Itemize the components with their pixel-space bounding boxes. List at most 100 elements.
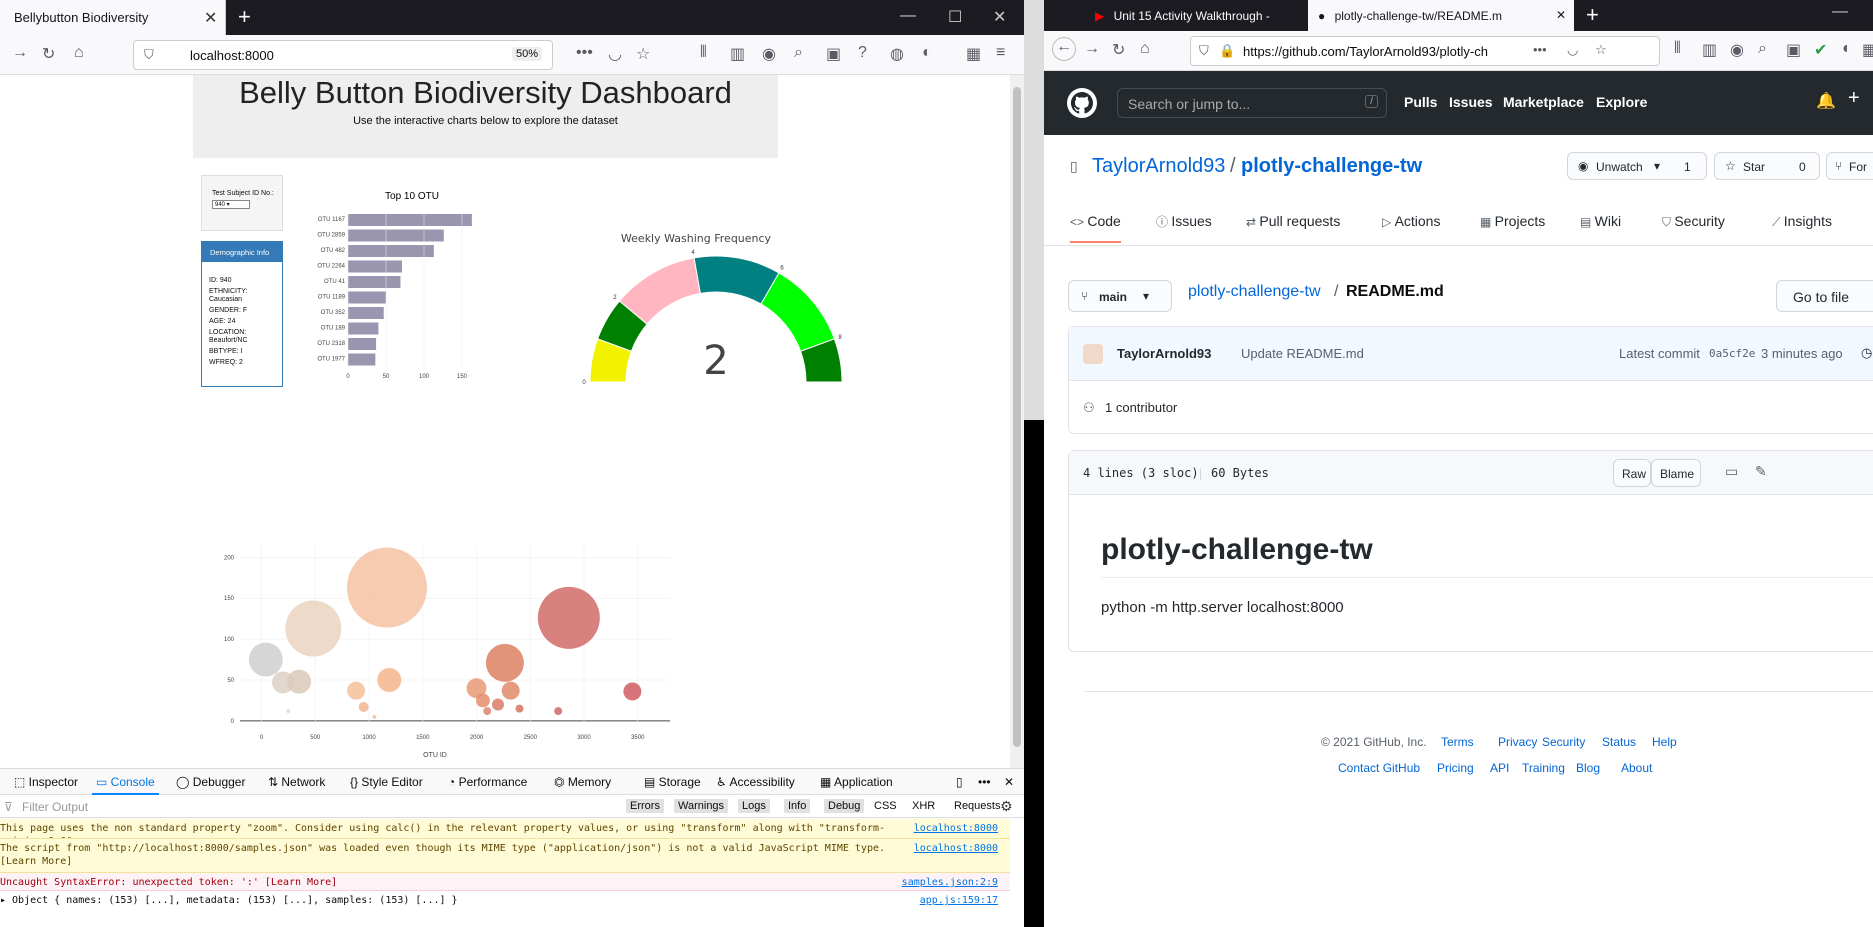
extension-icon[interactable]: ◐ [922,44,932,62]
console-filter-logs[interactable]: Logs [738,799,770,813]
forward-icon[interactable]: → [1084,40,1100,58]
devtools-tab-memory[interactable]: ⏣ Memory [550,769,615,795]
url-bar[interactable]: ⛉ 🔒 https://github.com/TaylorArnold93/pl… [1190,36,1660,66]
library-icon[interactable]: ⫴ [700,44,707,62]
search-icon[interactable]: ⌕ [794,44,803,62]
home-icon[interactable]: ⌂ [74,44,84,62]
settings-gear-icon[interactable]: ⚙ [1000,798,1013,815]
tab-code[interactable]: <> Code [1070,213,1121,243]
desktop-icon[interactable]: ▭ [1725,463,1738,480]
close-tab-icon[interactable]: ✕ [204,8,217,28]
page-scrollbar[interactable] [1010,75,1024,768]
new-tab-icon[interactable]: + [238,4,251,30]
close-tab-icon[interactable]: ✕ [1556,8,1566,22]
create-plus-icon[interactable]: + [1848,87,1860,110]
page-actions-icon[interactable]: ••• [576,44,593,62]
footer-link-terms[interactable]: Terms [1441,735,1474,749]
console-filter-errors[interactable]: Errors [626,799,664,813]
back-icon[interactable]: ← [1052,37,1076,61]
bookmark-star-icon[interactable]: ☆ [1595,42,1607,58]
footer-link-about[interactable]: About [1621,761,1652,775]
pocket-icon[interactable]: ◡ [1567,42,1578,58]
menu-icon[interactable]: ≡ [996,44,1005,62]
nav-issues[interactable]: Issues [1449,94,1493,110]
devtools-tab-application[interactable]: ▦ Application [816,769,897,795]
history-icon[interactable]: ◷ [1861,345,1872,361]
sidebar-icon[interactable]: ▥ [1702,40,1717,60]
extension-icon[interactable]: ▣ [826,44,841,64]
edit-pencil-icon[interactable]: ✎ [1755,463,1767,480]
console-filter-xhr[interactable]: XHR [908,799,939,813]
devtools-tab-inspector[interactable]: ⬚ Inspector [10,769,82,795]
footer-link-pricing[interactable]: Pricing [1437,761,1474,775]
more-icon[interactable]: ••• [978,775,991,789]
footer-link-api[interactable]: API [1490,761,1509,775]
footer-link-training[interactable]: Training [1522,761,1565,775]
tab-pull-requests[interactable]: ⇄ Pull requests [1246,213,1340,241]
console-message-source[interactable]: localhost:8000 [914,842,998,855]
forward-icon[interactable]: → [12,44,28,62]
console-filter-debug[interactable]: Debug [824,799,865,813]
console-message-source[interactable]: app.js:159:17 [920,894,998,905]
tab-github[interactable]: ● plotly-challenge-tw/README.m ✕ [1308,0,1574,31]
close-devtools-icon[interactable]: ✕ [1004,775,1014,789]
tab-insights[interactable]: ⟋ Insights [1772,213,1832,242]
tab-projects[interactable]: ▦ Projects [1480,213,1545,241]
extension-icon[interactable]: ▦ [1862,40,1873,60]
footer-link-blog[interactable]: Blog [1576,761,1600,775]
breadcrumb-repo-link[interactable]: plotly-challenge-tw [1188,283,1321,301]
devtools-tab-style-editor[interactable]: {} Style Editor [346,769,427,795]
extensions-icon[interactable]: ▦ [966,44,981,64]
branch-select-button[interactable]: ⑂ main ▾ [1068,280,1172,312]
tab-issues[interactable]: ⓘ Issues [1156,213,1212,242]
fork-button[interactable]: ⑂ For [1826,152,1873,180]
pocket-icon[interactable]: ◡ [608,44,622,64]
blame-button[interactable]: Blame [1651,459,1701,487]
footer-link-help[interactable]: Help [1652,735,1677,749]
search-icon[interactable]: ⌕ [1758,40,1767,58]
nav-explore[interactable]: Explore [1596,94,1647,110]
check-extension-icon[interactable]: ✔ [1814,40,1827,60]
extension-icon[interactable]: ▣ [1786,40,1801,60]
avatar[interactable] [1083,344,1103,364]
go-to-file-button[interactable]: Go to file [1776,280,1873,312]
notification-bell-icon[interactable]: 🔔 [1816,91,1836,111]
account-icon[interactable]: ◉ [1730,40,1744,60]
devtools-tab-storage[interactable]: ▤ Storage [640,769,705,795]
nav-pulls[interactable]: Pulls [1404,94,1437,110]
tab-bellybutton[interactable]: Bellybutton Biodiversity ✕ [0,0,226,35]
github-logo-icon[interactable] [1066,87,1098,119]
zoom-badge[interactable]: 50% [512,47,543,61]
account-icon[interactable]: ◉ [762,44,776,64]
contributors-link[interactable]: 1 contributor [1105,400,1177,415]
repo-name-link[interactable]: plotly-challenge-tw [1241,155,1422,178]
console-message-source[interactable]: localhost:8000 [914,822,998,835]
extension-icon[interactable]: ◐ [1842,40,1852,58]
repo-owner-link[interactable]: TaylorArnold93 [1092,155,1225,178]
unwatch-button[interactable]: ◉ Unwatch ▾ 1 [1567,152,1707,180]
devtools-tab-console[interactable]: ▭ Console [92,769,159,795]
tab-security[interactable]: ⛉ Security [1662,213,1725,242]
github-search-input[interactable]: Search or jump to... / [1117,88,1387,118]
reload-icon[interactable]: ↻ [1112,40,1125,60]
help-icon[interactable]: ? [858,44,867,62]
minimize-icon[interactable]: — [900,7,916,25]
commit-author[interactable]: TaylorArnold93 [1117,346,1211,361]
commit-sha[interactable]: 0a5cf2e [1709,347,1755,360]
library-icon[interactable]: ⫴ [1674,40,1681,58]
devtools-tab-accessibility[interactable]: ♿ Accessibility [712,769,799,795]
reload-icon[interactable]: ↻ [42,44,55,64]
footer-link-security[interactable]: Security [1542,735,1585,749]
nav-marketplace[interactable]: Marketplace [1503,94,1584,110]
devtools-tab-performance[interactable]: ◔ Performance [444,769,531,795]
filter-input[interactable]: Filter Output [22,800,88,814]
console-filter-requests[interactable]: Requests [950,799,1004,813]
raw-button[interactable]: Raw [1613,459,1651,487]
devtools-tab-network[interactable]: ⇅ Network [264,769,329,795]
console-filter-warnings[interactable]: Warnings [674,799,729,813]
extension-icon[interactable]: ◍ [890,44,904,64]
subject-dropdown[interactable]: 940 ▾ [212,200,250,209]
page-actions-icon[interactable]: ••• [1533,42,1547,57]
console-filter-css[interactable]: CSS [870,799,901,813]
footer-link-contact-github[interactable]: Contact GitHub [1338,761,1420,775]
